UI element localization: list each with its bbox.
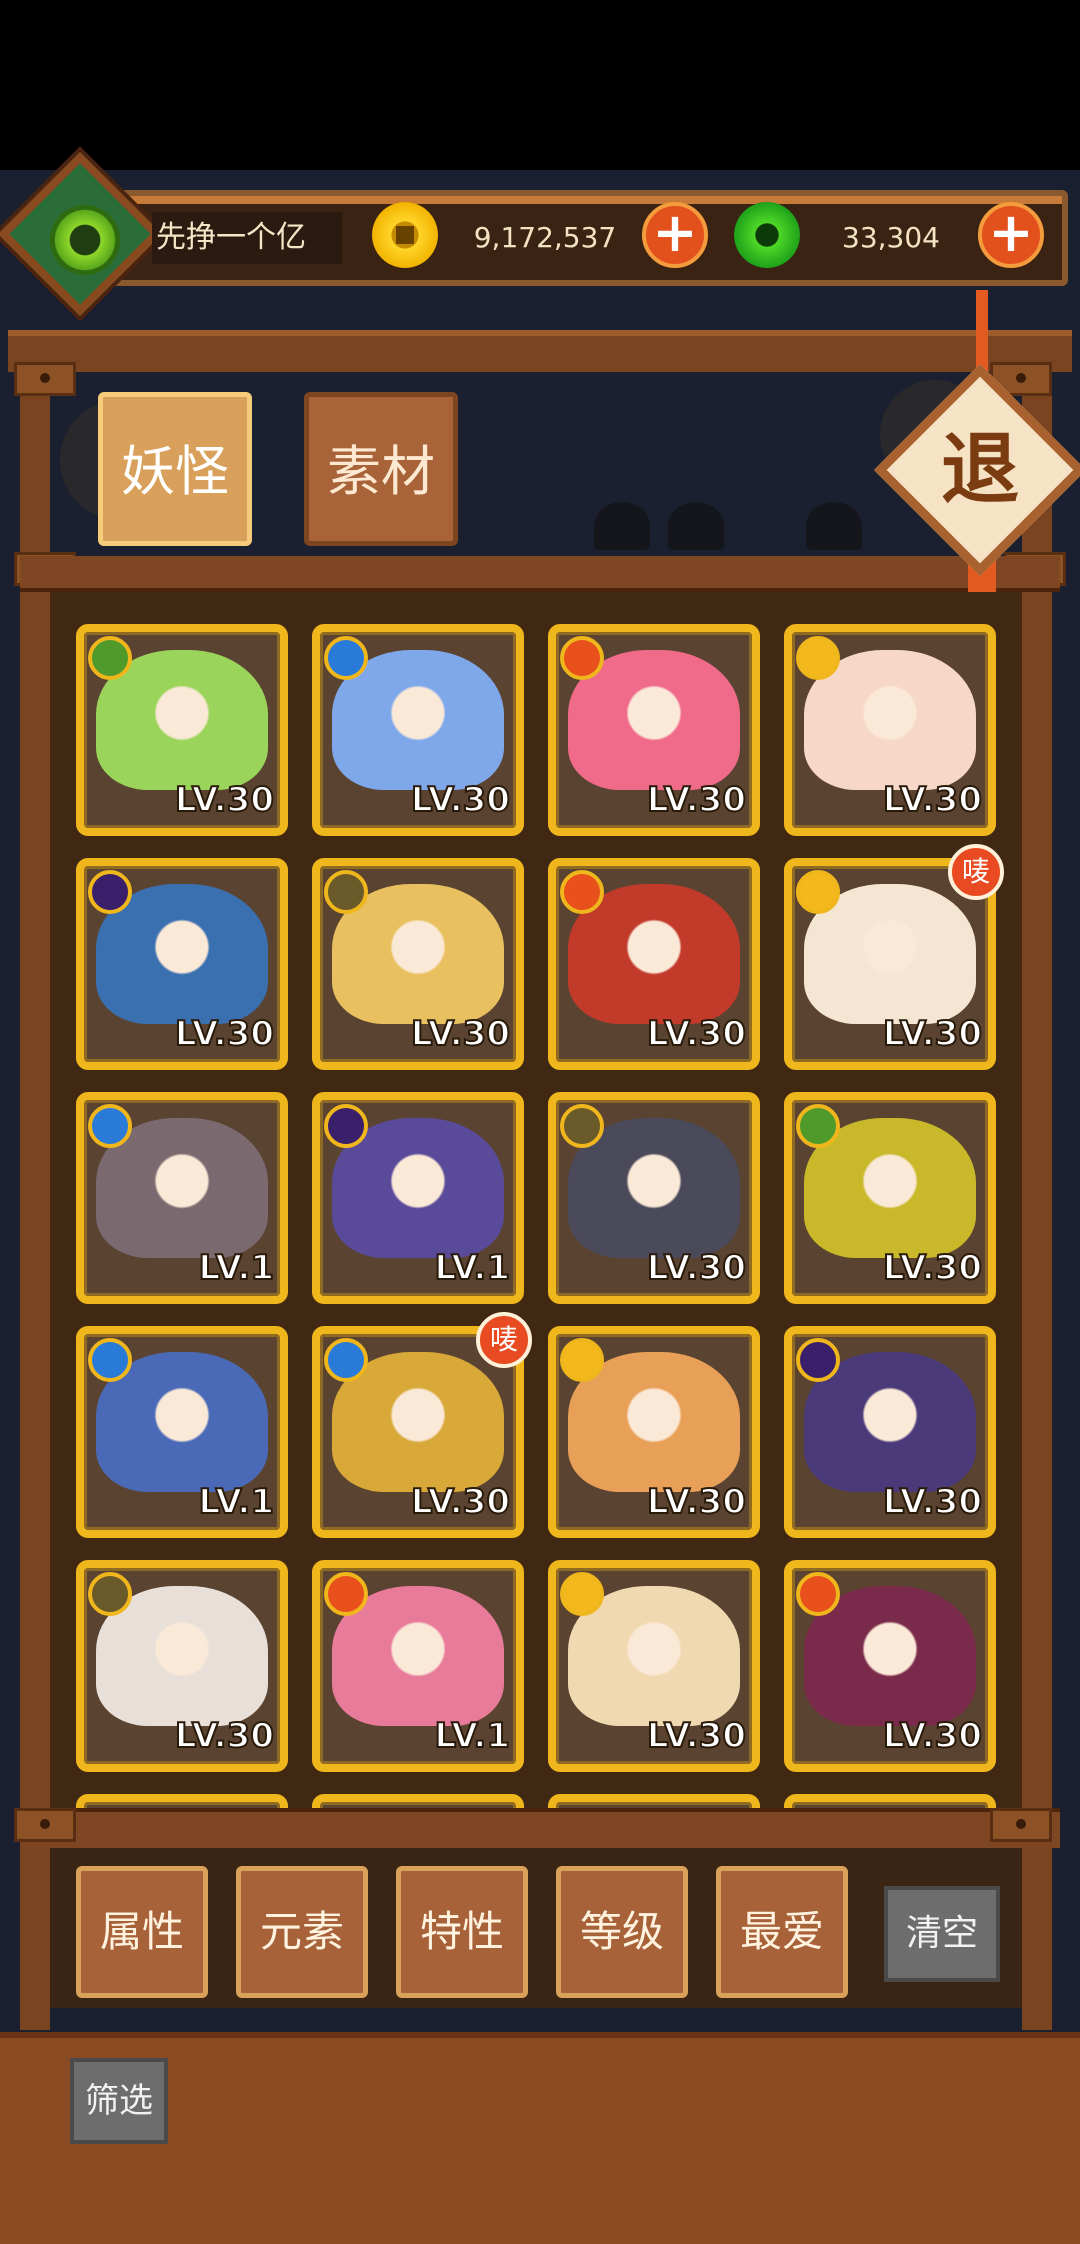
wood-element-icon [796, 1104, 840, 1148]
dark-element-icon [796, 1338, 840, 1382]
water-element-icon [88, 1104, 132, 1148]
frame-bracket [14, 1808, 76, 1842]
monster-level: LV.30 [646, 1481, 747, 1523]
monster-card[interactable]: LV.1 [76, 1092, 288, 1304]
monster-card[interactable]: LV.30 [76, 858, 288, 1070]
earth-element-icon [324, 870, 368, 914]
monster-card[interactable]: LV.1 [76, 1326, 288, 1538]
monster-card[interactable]: LV.30 [784, 1326, 996, 1538]
shadow-creature [806, 502, 862, 550]
fire-element-icon [796, 1572, 840, 1616]
monster-card[interactable]: LV.30 [548, 1326, 760, 1538]
monster-level: LV.30 [646, 1715, 747, 1757]
add-jade-button[interactable]: + [978, 202, 1044, 268]
monster-level: LV.1 [198, 1247, 275, 1289]
filter-element-button[interactable]: 元素 [236, 1866, 368, 1998]
monster-card[interactable]: LV.30 [784, 624, 996, 836]
player-avatar-icon [50, 205, 120, 275]
monster-level: LV.30 [410, 1481, 511, 1523]
monster-level: LV.30 [646, 779, 747, 821]
monster-level: LV.30 [174, 1013, 275, 1055]
monster-level: LV.30 [882, 779, 983, 821]
shadow-creature [594, 502, 650, 550]
water-element-icon [88, 1338, 132, 1382]
monster-level: LV.30 [882, 1715, 983, 1757]
filter-favorite-button[interactable]: 最爱 [716, 1866, 848, 1998]
monster-card[interactable]: LV.1 [312, 1092, 524, 1304]
monster-level: LV.30 [646, 1247, 747, 1289]
monster-level: LV.30 [646, 1013, 747, 1055]
monster-card[interactable]: LV.30 [784, 1560, 996, 1772]
monster-card[interactable]: LV.30 [76, 624, 288, 836]
monster-card[interactable]: LV.1 [312, 1560, 524, 1772]
monster-card[interactable]: LV.30 [312, 858, 524, 1070]
monster-badge: 唛 [948, 844, 1004, 900]
monster-level: LV.30 [410, 779, 511, 821]
fire-element-icon [324, 1572, 368, 1616]
monster-level: LV.30 [882, 1247, 983, 1289]
fire-element-icon [560, 636, 604, 680]
monster-card[interactable]: LV.30 [312, 624, 524, 836]
monster-card[interactable]: LV.30 [548, 624, 760, 836]
exit-button[interactable]: 退 [905, 395, 1055, 545]
fire-element-icon [560, 870, 604, 914]
shelf-divider-bottom [20, 1808, 1060, 1848]
monster-card[interactable]: LV.30 [548, 1560, 760, 1772]
player-name: 先挣一个亿 [152, 212, 342, 264]
monster-card[interactable]: LV.30 [548, 1092, 760, 1304]
frame-left-post [20, 350, 50, 2030]
frame-top-beam [8, 330, 1072, 372]
water-element-icon [324, 1338, 368, 1382]
clear-filter-button[interactable]: 清空 [884, 1886, 1000, 1982]
shadow-creature [668, 502, 724, 550]
dark-element-icon [324, 1104, 368, 1148]
filter-trait-button[interactable]: 特性 [396, 1866, 528, 1998]
light-element-icon [560, 1338, 604, 1382]
frame-bracket [14, 362, 76, 396]
light-element-icon [796, 636, 840, 680]
shelf-divider [20, 556, 1060, 592]
monster-badge: 唛 [476, 1312, 532, 1368]
monster-card[interactable]: LV.30 [548, 858, 760, 1070]
light-element-icon [560, 1572, 604, 1616]
frame-bracket [990, 1808, 1052, 1842]
frame-right-post [1022, 350, 1052, 2030]
screen-toggle-button[interactable]: 筛选 [70, 2058, 168, 2144]
earth-element-icon [560, 1104, 604, 1148]
monster-level: LV.1 [198, 1481, 275, 1523]
monster-card-grid: LV.30 LV.30 LV.30 LV.30 LV.30 LV.30 LV.30 LV.30… [50, 592, 1022, 1812]
monster-level: LV.1 [434, 1247, 511, 1289]
monster-level: LV.30 [882, 1013, 983, 1055]
tab-materials[interactable]: 素材 [304, 392, 458, 546]
add-gold-button[interactable]: + [642, 202, 708, 268]
filter-level-button[interactable]: 等级 [556, 1866, 688, 1998]
earth-element-icon [88, 1572, 132, 1616]
dark-element-icon [88, 870, 132, 914]
filter-attribute-button[interactable]: 属性 [76, 1866, 208, 1998]
light-element-icon [796, 870, 840, 914]
monster-level: LV.30 [410, 1013, 511, 1055]
wood-element-icon [88, 636, 132, 680]
jade-amount: 33,304 [842, 221, 940, 254]
monster-level: LV.30 [174, 779, 275, 821]
tab-monsters[interactable]: 妖怪 [98, 392, 252, 546]
monster-card[interactable]: LV.30 [76, 1560, 288, 1772]
monster-level: LV.30 [882, 1481, 983, 1523]
water-element-icon [324, 636, 368, 680]
monster-level: LV.1 [434, 1715, 511, 1757]
gold-amount: 9,172,537 [473, 221, 617, 254]
monster-level: LV.30 [174, 1715, 275, 1757]
monster-card[interactable]: LV.30 [784, 1092, 996, 1304]
jade-coin-icon [734, 202, 800, 268]
gold-coin-icon [372, 202, 438, 268]
